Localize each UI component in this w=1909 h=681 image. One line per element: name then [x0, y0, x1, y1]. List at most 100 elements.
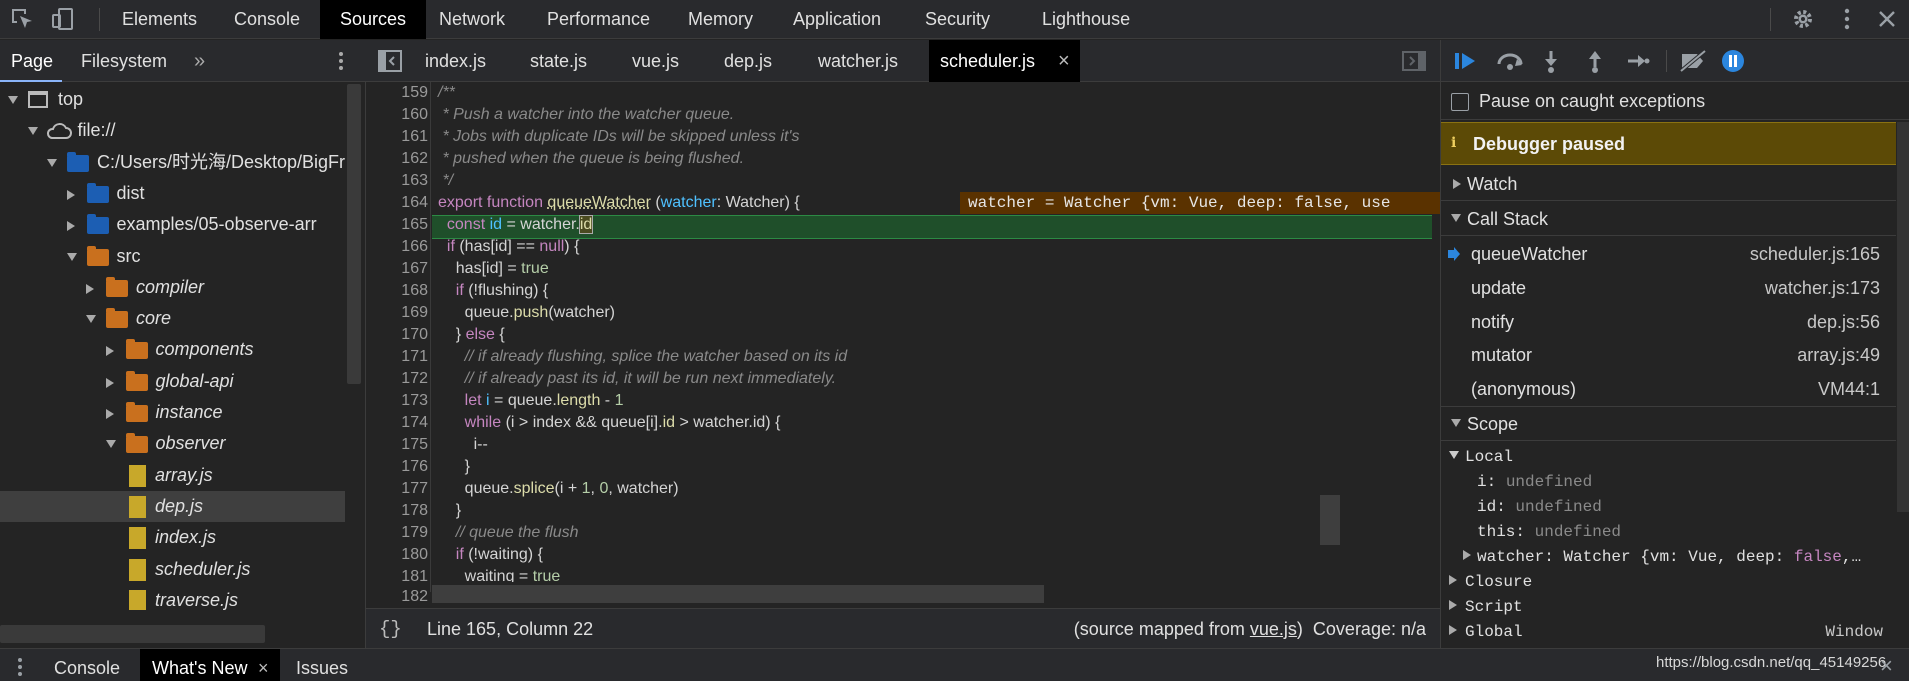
folder-item[interactable]: global-api: [0, 366, 345, 397]
tab-page[interactable]: Page: [11, 40, 53, 82]
editor-tab-dep[interactable]: dep.js: [724, 40, 772, 82]
tab-filesystem[interactable]: Filesystem: [81, 40, 167, 82]
callstack-frame[interactable]: (anonymous) VM44:1: [1441, 372, 1896, 406]
chevron-down-icon[interactable]: [47, 159, 57, 167]
step-out-icon[interactable]: [1585, 49, 1605, 78]
frame-location[interactable]: VM44:1: [1818, 372, 1880, 406]
tab-security[interactable]: Security: [925, 0, 990, 39]
toggle-navigator-icon[interactable]: [378, 50, 402, 77]
drawer-tab-whats-new[interactable]: What's New ×: [140, 649, 280, 681]
tab-lighthouse[interactable]: Lighthouse: [1042, 0, 1130, 39]
more-vertical-icon[interactable]: [333, 49, 349, 78]
editor-tab-watcher[interactable]: watcher.js: [818, 40, 898, 82]
folder-item[interactable]: compiler: [0, 272, 345, 303]
scope-global[interactable]: Global Window: [1449, 620, 1889, 645]
folder-item[interactable]: file://: [0, 115, 345, 146]
code-horizontal-scrollbar[interactable]: [432, 585, 1044, 603]
drawer-tab-issues[interactable]: Issues: [296, 649, 348, 681]
folder-item[interactable]: dist: [0, 178, 345, 209]
chevron-down-icon[interactable]: [86, 315, 96, 323]
chevron-right-icon[interactable]: [106, 378, 114, 388]
code-vertical-scrollbar[interactable]: [1320, 495, 1340, 545]
scope-var-this[interactable]: this: undefined: [1477, 520, 1621, 545]
code-area[interactable]: 159 /** 160 * Push a watcher into the wa…: [366, 82, 1440, 592]
scope-section-header[interactable]: Scope: [1441, 407, 1896, 441]
source-map-link[interactable]: vue.js: [1250, 619, 1297, 639]
callstack-frame[interactable]: queueWatcher scheduler.js:165: [1441, 237, 1896, 271]
watch-section-header[interactable]: Watch: [1441, 167, 1896, 201]
scope-var-i[interactable]: i: undefined: [1477, 470, 1592, 495]
chevron-down-icon[interactable]: [106, 440, 116, 448]
callstack-frame[interactable]: notify dep.js:56: [1441, 305, 1896, 339]
scope-script[interactable]: Script: [1449, 595, 1523, 620]
frame-location[interactable]: dep.js:56: [1807, 305, 1880, 339]
chevron-right-icon[interactable]: [86, 284, 94, 294]
folder-item[interactable]: observer: [0, 428, 345, 459]
step-icon[interactable]: [1626, 50, 1650, 77]
scope-local[interactable]: Local: [1449, 445, 1513, 470]
file-item[interactable]: scheduler.js: [0, 554, 345, 585]
inline-variable-value[interactable]: watcher = Watcher {vm: Vue, deep: false,…: [960, 192, 1440, 214]
folder-item[interactable]: src: [0, 241, 345, 272]
file-item[interactable]: index.js: [0, 522, 345, 553]
step-over-icon[interactable]: [1496, 50, 1526, 77]
folder-item[interactable]: core: [0, 303, 345, 334]
step-into-icon[interactable]: [1541, 49, 1561, 78]
editor-tab-vue[interactable]: vue.js: [632, 40, 679, 82]
tab-elements[interactable]: Elements: [122, 0, 197, 39]
drawer-menu-icon[interactable]: [16, 656, 24, 681]
frame-location[interactable]: watcher.js:173: [1765, 271, 1880, 305]
callstack-frame[interactable]: mutator array.js:49: [1441, 338, 1896, 372]
sidebar-scrollbar[interactable]: [1897, 122, 1909, 512]
deactivate-breakpoints-icon[interactable]: [1679, 49, 1709, 78]
pause-on-exceptions-icon[interactable]: [1721, 49, 1745, 78]
close-icon[interactable]: [1874, 6, 1900, 32]
scope-var-watcher[interactable]: watcher: Watcher {vm: Vue, deep: false,…: [1463, 545, 1861, 570]
tab-console[interactable]: Console: [234, 0, 300, 39]
folder-item[interactable]: instance: [0, 397, 345, 428]
gear-icon[interactable]: [1790, 6, 1816, 32]
close-tab-icon[interactable]: ×: [1058, 40, 1070, 82]
close-drawer-icon[interactable]: ×: [1880, 655, 1893, 677]
inspect-element-icon[interactable]: [9, 6, 35, 32]
scope-var-id[interactable]: id: undefined: [1477, 495, 1602, 520]
chevron-down-icon[interactable]: [28, 127, 38, 135]
callstack-frame[interactable]: update watcher.js:173: [1441, 271, 1896, 305]
folder-item[interactable]: components: [0, 334, 345, 365]
chevron-down-icon[interactable]: [67, 253, 77, 261]
tree-horizontal-scrollbar[interactable]: [0, 625, 265, 643]
more-vertical-icon[interactable]: [1834, 6, 1860, 32]
tree-scrollbar[interactable]: [347, 84, 361, 384]
chevron-right-icon[interactable]: [106, 346, 114, 356]
tab-application[interactable]: Application: [793, 0, 881, 39]
tab-network[interactable]: Network: [439, 0, 505, 39]
toggle-debugger-icon[interactable]: [1402, 51, 1426, 76]
chevron-down-icon[interactable]: [8, 96, 18, 104]
editor-tab-scheduler[interactable]: scheduler.js ×: [929, 40, 1080, 82]
tab-memory[interactable]: Memory: [688, 0, 753, 39]
folder-item[interactable]: top: [0, 84, 345, 115]
file-item[interactable]: dep.js: [0, 491, 345, 522]
more-tabs-icon[interactable]: »: [194, 40, 205, 82]
editor-tab-state[interactable]: state.js: [530, 40, 587, 82]
pretty-print-icon[interactable]: {}: [379, 609, 402, 649]
chevron-right-icon[interactable]: [106, 409, 114, 419]
frame-location[interactable]: scheduler.js:165: [1750, 237, 1880, 271]
tab-sources[interactable]: Sources: [320, 0, 426, 39]
editor-tab-index[interactable]: index.js: [425, 40, 486, 82]
tab-performance[interactable]: Performance: [547, 0, 650, 39]
chevron-right-icon[interactable]: [67, 221, 75, 231]
scope-closure[interactable]: Closure: [1449, 570, 1532, 595]
file-item[interactable]: traverse.js: [0, 585, 345, 610]
callstack-section-header[interactable]: Call Stack: [1441, 202, 1896, 236]
pause-caught-checkbox[interactable]: [1451, 93, 1469, 111]
folder-item[interactable]: C:/Users/时光海/Desktop/BigFr: [0, 147, 345, 178]
close-tab-icon[interactable]: ×: [258, 649, 269, 681]
drawer-tab-console[interactable]: Console: [54, 649, 120, 681]
folder-item[interactable]: examples/05-observe-arr: [0, 209, 345, 240]
file-item[interactable]: array.js: [0, 460, 345, 491]
chevron-right-icon[interactable]: [67, 190, 75, 200]
resume-icon[interactable]: [1453, 50, 1479, 77]
device-toolbar-icon[interactable]: [50, 6, 76, 32]
frame-location[interactable]: array.js:49: [1797, 338, 1880, 372]
